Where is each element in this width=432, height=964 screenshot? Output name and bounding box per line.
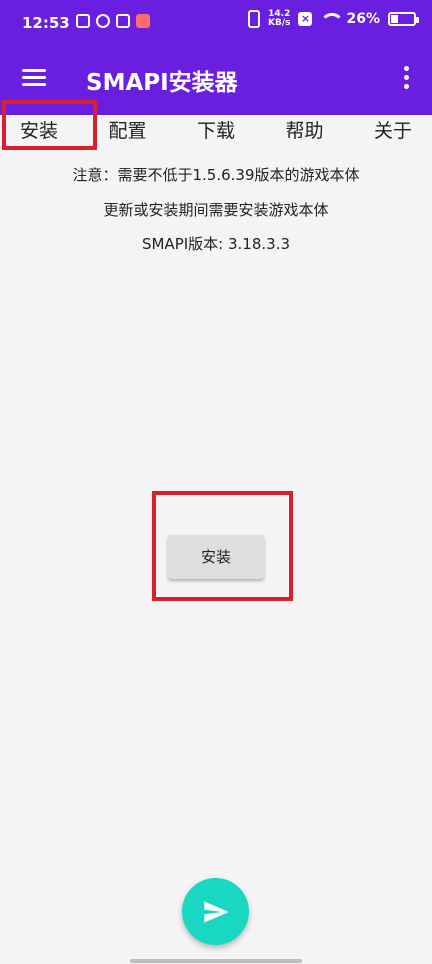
smapi-version: SMAPI版本: 3.18.3.3 [141, 235, 291, 253]
notification-icon [76, 14, 90, 28]
install-button[interactable]: 安装 [168, 535, 264, 579]
tab-help[interactable]: 帮助 [285, 115, 323, 151]
wifi-icon [320, 13, 345, 25]
note-install-requirement: 更新或安装期间需要安装游戏本体 [103, 201, 329, 219]
status-time: 12:53 [22, 14, 70, 32]
network-speed: 14.2 KB/s [268, 9, 291, 28]
status-right-icons: 14.2 KB/s × 26% [248, 9, 419, 28]
note-version-requirement: 注意：需要不低于1.5.6.39版本的游戏本体 [72, 166, 360, 184]
cloud-icon [96, 14, 110, 28]
battery-icon [388, 12, 419, 26]
app-title: SMAPI安装器 [86, 70, 238, 96]
status-bar: 12:53 14.2 KB/s × 26% [0, 0, 432, 45]
tab-download[interactable]: 下载 [197, 115, 235, 151]
battery-percent: 26% [346, 11, 380, 27]
sim-off-icon: × [298, 12, 313, 26]
app-icon [116, 14, 130, 28]
send-fab[interactable] [182, 878, 249, 945]
highlight-box-tab [2, 100, 97, 150]
hamburger-menu-icon[interactable] [22, 69, 46, 87]
more-vert-icon[interactable] [404, 66, 410, 92]
red-app-icon [136, 14, 150, 28]
tab-about[interactable]: 关于 [374, 115, 412, 151]
tab-config[interactable]: 配置 [108, 115, 146, 151]
send-icon [204, 901, 229, 923]
status-left-icons [76, 14, 150, 28]
gesture-nav-handle[interactable] [130, 959, 302, 963]
vibrate-icon [248, 10, 260, 28]
